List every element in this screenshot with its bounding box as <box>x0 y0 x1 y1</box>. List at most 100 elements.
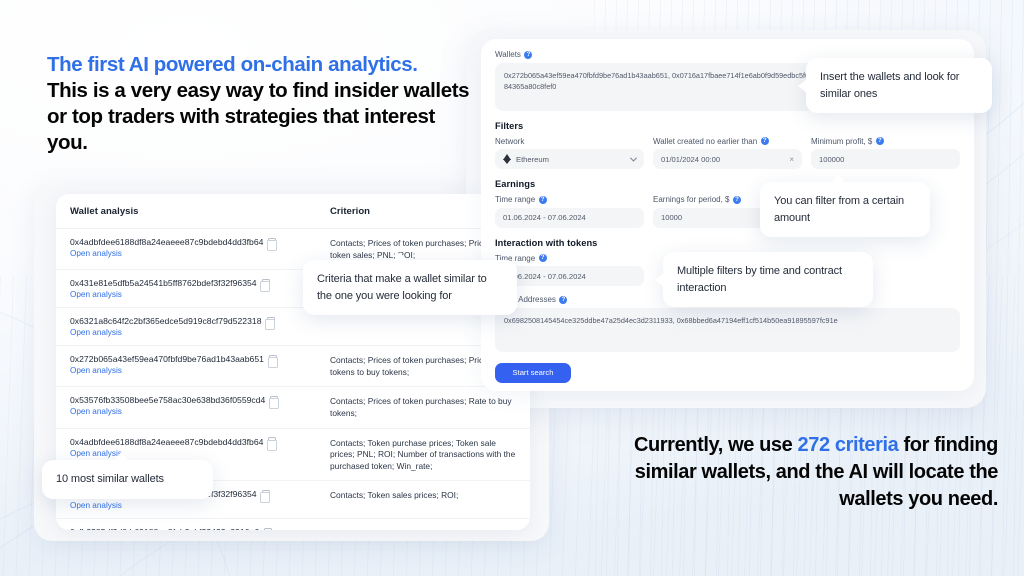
callout-multiple-filters: Multiple filters by time and contract in… <box>655 252 873 307</box>
page-headline: The first AI powered on-chain analytics.… <box>47 52 477 156</box>
column-header-wallet-analysis: Wallet analysis <box>70 206 139 217</box>
info-icon[interactable]: ? <box>538 254 547 262</box>
wallet-address: 0xfb2285df9dfbb69188ee8fab3ebf23422a3910… <box>70 527 259 530</box>
criterion-text: Contacts; Prices of token purchases; Rat… <box>330 396 512 418</box>
footer-text-before: Currently, we use <box>633 434 798 456</box>
bubble-tail <box>113 452 128 461</box>
wallet-address: 0x53576fb33508bee5e758ac30e638bd36f0559c… <box>70 395 266 406</box>
earnings-period-label-text: Earnings for period, $ <box>653 195 730 204</box>
network-select[interactable]: Ethereum <box>495 149 644 169</box>
open-analysis-link[interactable]: Open analysis <box>70 366 330 375</box>
info-icon[interactable]: ? <box>875 137 884 145</box>
copy-icon[interactable] <box>267 437 278 451</box>
callout-filter-amount: You can filter from a certain amount <box>760 174 930 237</box>
bubble-tail <box>392 252 407 261</box>
interaction-time-range-group: Time range ? 01.06.2024 - 07.06.2024 <box>495 254 644 286</box>
earnings-time-range-label-text: Time range <box>495 195 536 204</box>
minimum-profit-label: Minimum profit, $ ? <box>811 137 960 146</box>
token-addresses-input[interactable]: 0x6982508145454ce325ddbe47a25d4ec3d23119… <box>495 307 960 352</box>
open-analysis-link[interactable]: Open analysis <box>70 249 330 258</box>
info-icon[interactable]: ? <box>559 295 568 304</box>
wallet-created-input[interactable]: 01/01/2024 00:00 × <box>653 149 802 169</box>
info-icon[interactable]: ? <box>733 195 741 204</box>
criterion-text: Contacts; Token sales prices; ROI; <box>330 490 459 501</box>
network-label-text: Network <box>495 136 525 146</box>
earnings-time-range-group: Time range ? 01.06.2024 - 07.06.2024 <box>495 195 644 228</box>
callout-multiple-filters-text: Multiple filters by time and contract in… <box>677 265 842 294</box>
callout-criteria-text: Criteria that make a wallet similar to t… <box>317 273 487 302</box>
clear-icon[interactable]: × <box>789 155 794 164</box>
copy-icon[interactable] <box>265 316 276 331</box>
wallet-address: 0x431e81e5dfb5a24541b5ff8762bdef3f32f963… <box>70 278 257 289</box>
criterion-cell: Contacts; Token sales prices; ROI; <box>330 489 516 502</box>
earnings-time-range-value: 01.06.2024 - 07.06.2024 <box>503 213 586 222</box>
criterion-text: Contacts; Prices of token purchases; PNL… <box>330 528 516 530</box>
wallets-label-text: Wallets <box>495 50 521 59</box>
wallet-analysis-cell: 0x272b065a43ef59ea470fbfd9be76ad1b43aab6… <box>70 354 330 375</box>
open-analysis-link[interactable]: Open analysis <box>70 407 330 416</box>
open-analysis-link[interactable]: Open analysis <box>70 290 330 299</box>
bubble-tail <box>831 174 846 183</box>
chevron-down-icon[interactable] <box>629 154 638 162</box>
filters-section-title: Filters <box>495 120 524 131</box>
info-icon[interactable]: ? <box>538 195 547 204</box>
wallet-address-line: 0x431e81e5dfb5a24541b5ff8762bdef3f32f963… <box>70 278 330 293</box>
wallet-analysis-cell: 0x4adbfdee6188df8a24eaeee87c9bdebd4dd3fb… <box>70 237 330 258</box>
open-analysis-link[interactable]: Open analysis <box>70 449 330 458</box>
wallet-created-label: Wallet created no earlier than ? <box>653 137 802 146</box>
callout-insert-wallets: Insert the wallets and look for similar … <box>798 58 992 113</box>
earnings-time-range-input[interactable]: 01.06.2024 - 07.06.2024 <box>495 207 644 228</box>
wallet-analysis-cell: 0x431e81e5dfb5a24541b5ff8762bdef3f32f963… <box>70 278 330 299</box>
headline-body: This is a very easy way to find insider … <box>47 79 470 154</box>
bubble-tail <box>655 273 664 287</box>
wallet-analysis-cell: 0x6321a8c64f2c2bf365edce5d919c8cf79d5223… <box>70 316 330 337</box>
start-search-button[interactable]: Start search <box>495 362 571 383</box>
earnings-time-range-label: Time range ? <box>495 195 644 204</box>
copy-icon[interactable] <box>268 395 279 410</box>
wallet-analysis-cell: 0xfb2285df9dfbb69188ee8fab3ebf23422a3910… <box>70 527 330 530</box>
interaction-time-range-input[interactable]: 01.06.2024 - 07.06.2024 <box>495 266 644 286</box>
info-icon[interactable]: ? <box>760 137 769 145</box>
wallet-address-line: 0x53576fb33508bee5e758ac30e638bd36f0559c… <box>70 395 330 410</box>
copy-icon[interactable] <box>260 278 271 293</box>
callout-ten-similar-wallets: 10 most similar wallets <box>42 452 213 499</box>
open-analysis-link[interactable]: Open analysis <box>70 328 330 337</box>
network-label: Network <box>495 137 644 146</box>
network-value: Ethereum <box>516 154 549 164</box>
wallet-address-line: 0x4adbfdee6188df8a24eaeee87c9bdebd4dd3fb… <box>70 237 330 252</box>
copy-icon[interactable] <box>264 527 273 530</box>
table-row: 0x53576fb33508bee5e758ac30e638bd36f0559c… <box>56 387 530 429</box>
criterion-cell: Contacts; Token purchase prices; Token s… <box>330 437 516 473</box>
criterion-cell: Contacts; Prices of token purchases; Rat… <box>330 395 516 419</box>
copy-icon[interactable] <box>260 489 271 504</box>
interaction-time-range-label: Time range ? <box>495 254 644 263</box>
interaction-section-title: Interaction with tokens <box>495 237 598 248</box>
headline-accent-line: The first AI powered on-chain analytics. <box>47 53 418 76</box>
copy-icon[interactable] <box>267 237 278 252</box>
network-field-group: Network Ethereum <box>495 137 644 169</box>
wallet-created-value: 01/01/2024 00:00 <box>661 154 721 164</box>
wallet-address-line: 0x4adbfdee6188df8a24eaeee87c9bdebd4dd3fb… <box>70 436 330 451</box>
minimum-profit-label-text: Minimum profit, $ <box>811 136 873 146</box>
callout-ten-similar-wallets-text: 10 most similar wallets <box>56 473 164 485</box>
info-icon[interactable]: ? <box>524 50 533 59</box>
open-analysis-link[interactable]: Open analysis <box>70 501 330 510</box>
wallet-created-field-group: Wallet created no earlier than ? 01/01/2… <box>653 137 802 169</box>
table-row: 0xfb2285df9dfbb69188ee8fab3ebf23422a3910… <box>56 519 530 530</box>
copy-icon[interactable] <box>267 354 278 369</box>
interaction-time-range-value: 01.06.2024 - 07.06.2024 <box>503 271 586 281</box>
wallet-created-label-text: Wallet created no earlier than <box>653 136 758 146</box>
minimum-profit-field-group: Minimum profit, $ ? 100000 <box>811 137 960 169</box>
wallet-address: 0x4adbfdee6188df8a24eaeee87c9bdebd4dd3fb… <box>70 237 264 247</box>
results-table-header: Wallet analysis Criterion <box>56 194 530 229</box>
wallet-address: 0x6321a8c64f2c2bf365edce5d919c8cf79d5223… <box>70 316 262 327</box>
footer-criteria-count: 272 criteria <box>797 434 899 456</box>
wallet-address-line: 0xfb2285df9dfbb69188ee8fab3ebf23422a3910… <box>70 527 330 530</box>
minimum-profit-input[interactable]: 100000 <box>811 149 960 169</box>
criterion-text: Contacts; Token purchase prices; Token s… <box>330 437 516 471</box>
minimum-profit-value: 100000 <box>819 154 845 164</box>
wallet-analysis-cell: 0x53576fb33508bee5e758ac30e638bd36f0559c… <box>70 395 330 416</box>
callout-insert-wallets-text: Insert the wallets and look for similar … <box>820 71 960 100</box>
wallet-address: 0x4adbfdee6188df8a24eaeee87c9bdebd4dd3fb… <box>70 436 264 447</box>
criterion-cell: Contacts; Prices of token purchases; PNL… <box>330 527 516 530</box>
